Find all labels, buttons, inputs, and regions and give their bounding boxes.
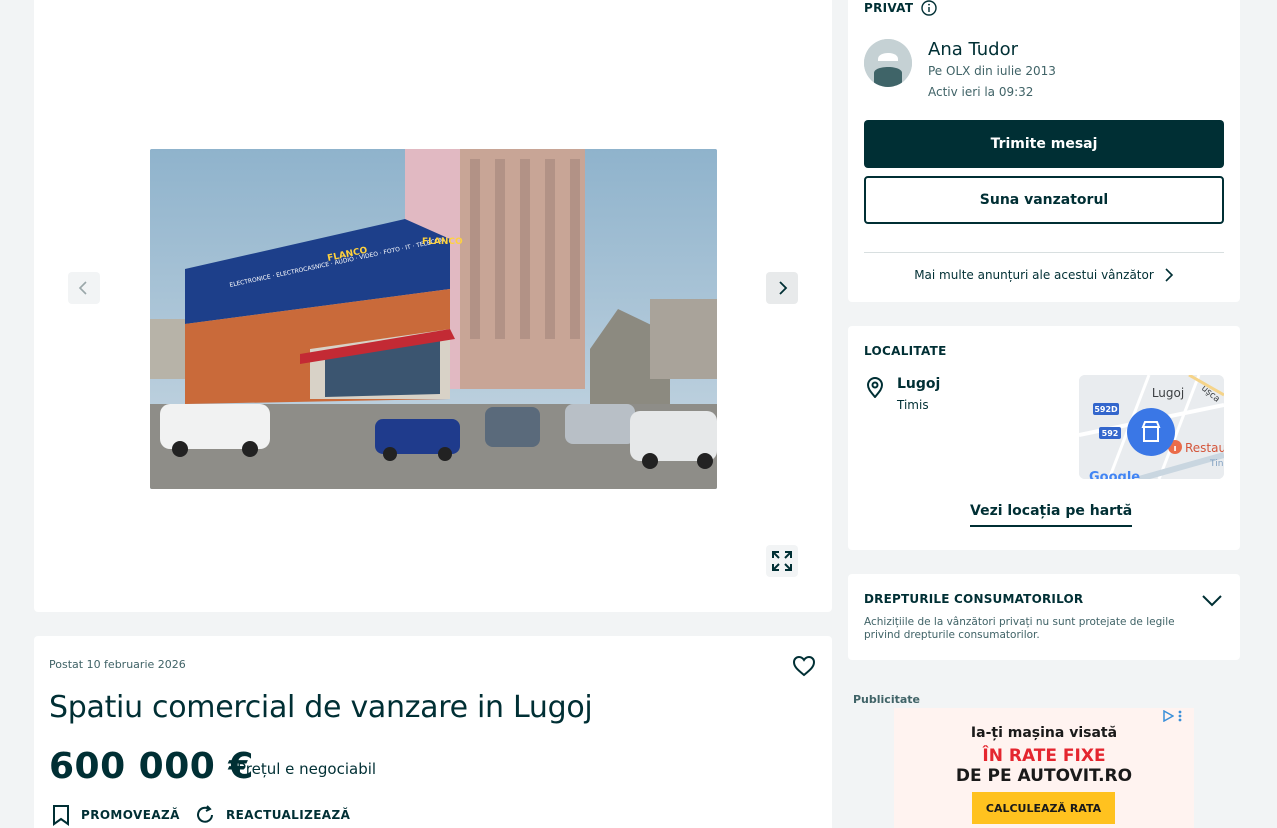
call-seller-button[interactable]: Suna vanzatorul (864, 176, 1224, 224)
region-name: Timis (897, 398, 929, 412)
divider (864, 252, 1224, 253)
seller-type: PRIVAT (864, 0, 938, 16)
refresh-icon (197, 805, 213, 823)
listing-photo[interactable]: ELECTRONICE · ELECTROCASNICE · AUDIO · V… (150, 149, 717, 489)
gallery-prev-button[interactable] (68, 272, 100, 304)
advertisement-label: Publicitate (853, 693, 920, 706)
seller-type-label: PRIVAT (864, 1, 914, 15)
map-thumbnail[interactable]: 592D 592 Lugoj uşca ı Restau Tin Google (1079, 375, 1224, 479)
avatar[interactable] (864, 39, 912, 87)
negotiable-label: Prețul e negociabil (237, 760, 377, 778)
posted-date: Postat 10 februarie 2026 (49, 658, 186, 671)
consumer-rights-heading: DREPTURILE CONSUMATORILOR (864, 592, 1084, 606)
adchoices[interactable] (1162, 710, 1182, 722)
image-gallery: ELECTRONICE · ELECTROCASNICE · AUDIO · V… (34, 0, 832, 612)
banner-line-2: ÎN RATE FIXE (982, 746, 1106, 766)
expand-icon (772, 551, 792, 571)
banner-line-3: DE PE AUTOVIT.RO (955, 766, 1133, 786)
location-pin-icon (866, 377, 884, 398)
seller-card: PRIVAT Ana Tudor Pe OLX din iulie 2013 A… (848, 0, 1240, 302)
svg-text:ı: ı (1173, 444, 1176, 454)
fullscreen-button[interactable] (766, 545, 798, 577)
bookmark-icon (53, 805, 69, 826)
advertisement-banner[interactable]: Ia-ți mașina visată ÎN RATE FIXE DE PE A… (894, 708, 1194, 828)
chevron-down-icon[interactable] (1200, 592, 1224, 608)
map-corner-text-2: Tin (1209, 459, 1223, 469)
map-road-592: 592 (1102, 429, 1119, 438)
more-seller-ads-link[interactable]: Mai multe anunțuri ale acestui vânzător (864, 268, 1224, 282)
banner-cta-button[interactable]: CALCULEAZĂ RATA (972, 792, 1115, 824)
chevron-left-icon (78, 281, 87, 295)
location-heading: LOCALITATE (864, 344, 947, 358)
seller-name[interactable]: Ana Tudor (928, 39, 1018, 60)
info-icon[interactable] (921, 0, 938, 16)
heart-icon (792, 655, 816, 677)
map-road-592d: 592D (1094, 405, 1118, 414)
seller-last-active: Activ ieri la 09:32 (928, 85, 1034, 99)
favorite-button[interactable] (791, 654, 817, 678)
map-provider-logo: Google (1089, 470, 1140, 479)
refresh-label: REACTUALIZEAZĂ (226, 808, 351, 822)
listing-photo-image: ELECTRONICE · ELECTROCASNICE · AUDIO · V… (150, 149, 717, 489)
ad-title: Spatiu comercial de vanzare in Lugoj (49, 690, 593, 725)
more-seller-ads-label: Mai multe anunțuri ale acestui vânzător (914, 268, 1154, 282)
view-map-link[interactable]: Vezi locația pe hartă (970, 503, 1133, 527)
user-icon (864, 39, 912, 87)
city-name: Lugoj (897, 376, 941, 392)
map-poi-label: Restau (1185, 441, 1224, 455)
ad-details: Postat 10 februarie 2026 Spatiu comercia… (34, 636, 832, 828)
chevron-right-icon (779, 281, 788, 295)
location-card: LOCALITATE Lugoj Timis 592D 592 Lugoj uş… (848, 326, 1240, 550)
map-city-label: Lugoj (1152, 386, 1184, 400)
gallery-next-button[interactable] (766, 272, 798, 304)
more-vertical-icon (1178, 710, 1182, 722)
price: 600 000 € (49, 746, 254, 787)
map-image: 592D 592 Lugoj uşca ı Restau Tin Google (1079, 375, 1224, 479)
seller-since: Pe OLX din iulie 2013 (928, 64, 1056, 78)
adchoices-icon (1163, 710, 1174, 722)
consumer-rights-card[interactable]: DREPTURILE CONSUMATORILOR Achizițiile de… (848, 574, 1240, 660)
photo-store-logo-2: FLANCO (422, 237, 463, 247)
chevron-right-icon (1165, 268, 1173, 282)
consumer-rights-text: Achizițiile de la vânzători privați nu s… (864, 616, 1175, 641)
promote-button[interactable]: PROMOVEAZĂ (51, 804, 180, 826)
banner-line-1: Ia-ți mașina visată (970, 725, 1118, 741)
promote-label: PROMOVEAZĂ (81, 808, 180, 822)
send-message-button[interactable]: Trimite mesaj (864, 120, 1224, 168)
refresh-button[interactable]: REACTUALIZEAZĂ (194, 804, 350, 826)
